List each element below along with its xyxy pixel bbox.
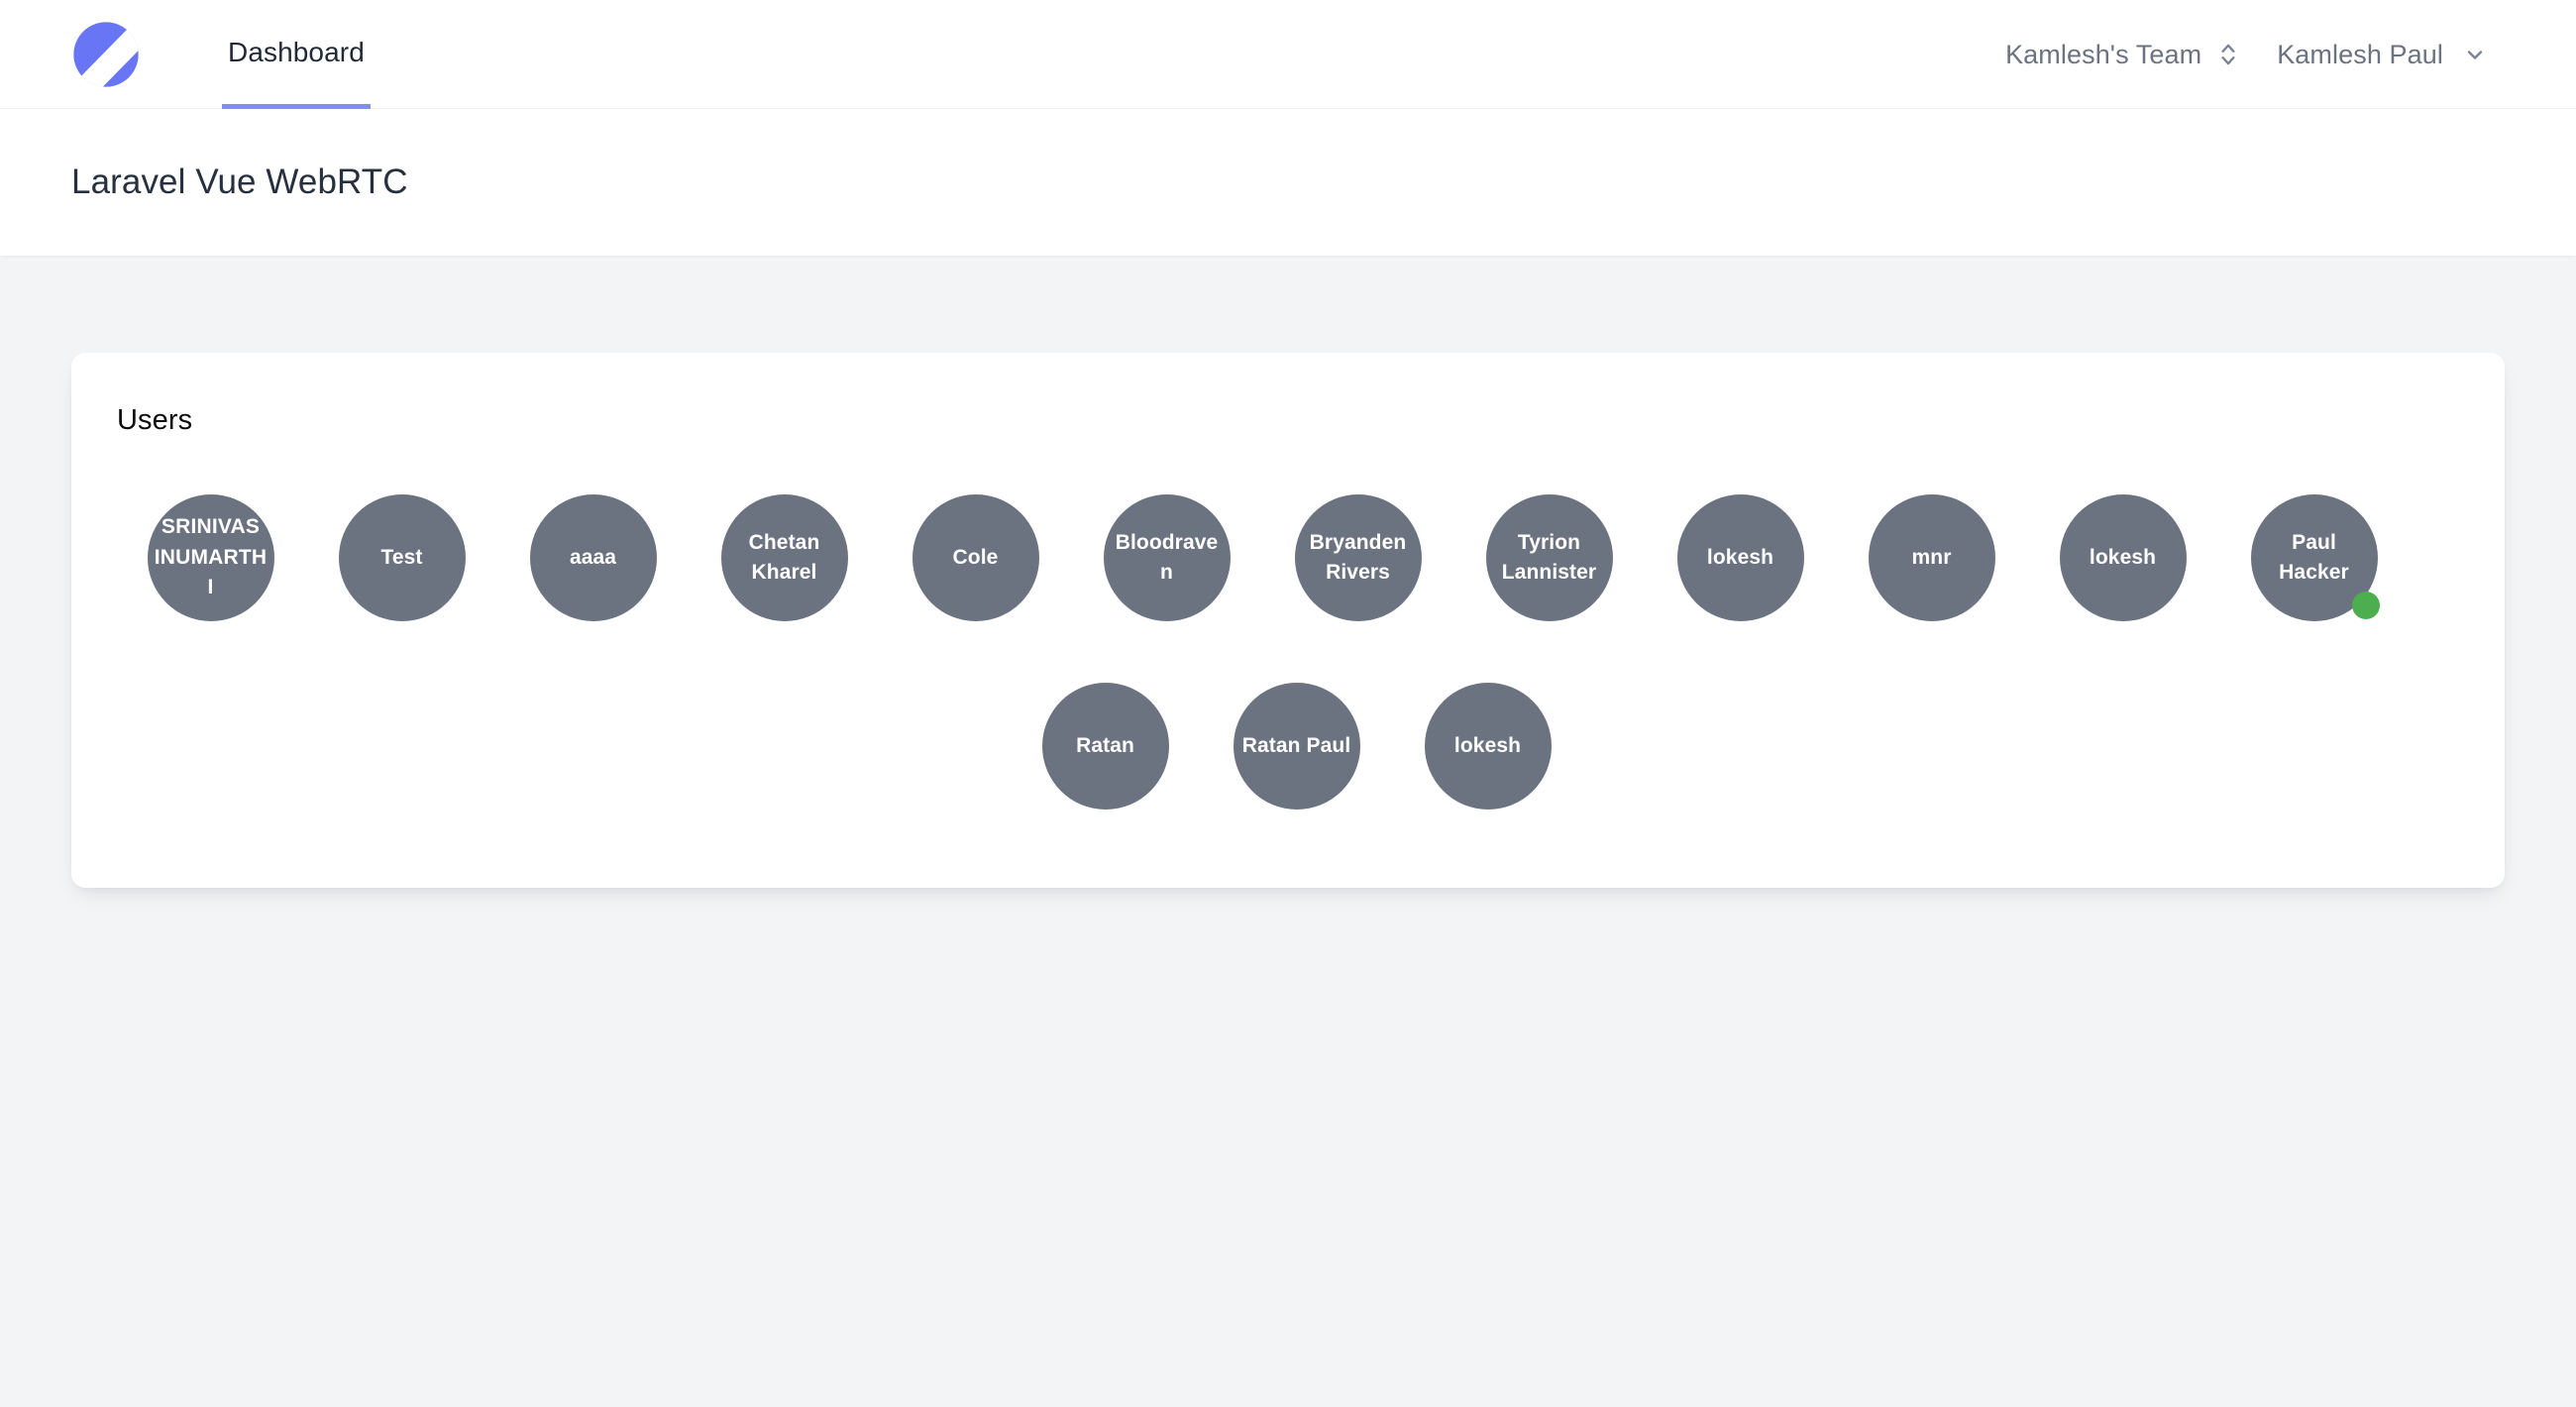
user-avatar[interactable]: lokesh xyxy=(2059,494,2187,621)
user-avatar-name: Bryanden Rivers xyxy=(1309,530,1407,584)
users-grid: SRINIVAS INUMARTHI Test aaaa Chetan Kharel C… xyxy=(115,494,2461,810)
user-avatar[interactable]: Cole xyxy=(912,494,1039,621)
user-avatar-name: Tyrion Lannister xyxy=(1501,530,1597,584)
user-avatar-name: mnr xyxy=(1911,545,1952,569)
user-slot: Ratan Paul xyxy=(1201,683,1392,810)
user-avatar[interactable]: Bryanden Rivers xyxy=(1294,494,1422,621)
user-avatar[interactable]: lokesh xyxy=(1676,494,1804,621)
main-content: Users SRINIVAS INUMARTHI Test aaaa Chetan K… xyxy=(0,256,2576,888)
user-avatar-name: aaaa xyxy=(569,545,617,569)
user-avatar[interactable]: Tyrion Lannister xyxy=(1485,494,1613,621)
user-avatar-name: Test xyxy=(380,545,423,569)
nav-link-dashboard[interactable]: Dashboard xyxy=(222,0,371,109)
user-slot: Tyrion Lannister xyxy=(1453,494,1645,621)
user-slot: Chetan Kharel xyxy=(689,494,880,621)
team-switcher-button[interactable]: Kamlesh's Team xyxy=(2005,40,2277,70)
page-header: Laravel Vue WebRTC xyxy=(0,109,2576,256)
user-avatar[interactable]: Ratan Paul xyxy=(1233,683,1360,810)
user-avatar-name: Bloodraven xyxy=(1115,530,1219,584)
team-switcher-label: Kamlesh's Team xyxy=(2005,39,2202,69)
user-slot: Cole xyxy=(880,494,1071,621)
user-menu-label: Kamlesh Paul xyxy=(2277,39,2443,69)
top-navigation-bar: Dashboard Kamlesh's Team Kamlesh Paul xyxy=(0,0,2576,109)
user-avatar-name: Ratan Paul xyxy=(1241,733,1351,757)
page-title: Laravel Vue WebRTC xyxy=(71,162,408,201)
user-avatar[interactable]: lokesh xyxy=(1424,683,1552,810)
user-slot: Bryanden Rivers xyxy=(1262,494,1453,621)
user-slot: mnr xyxy=(1836,494,2027,621)
user-avatar[interactable]: SRINIVAS INUMARTHI xyxy=(147,494,274,621)
user-slot: aaaa xyxy=(497,494,689,621)
users-row: Ratan Ratan Paul lokesh xyxy=(115,683,2461,810)
user-avatar-name: lokesh xyxy=(1706,545,1774,569)
nav-right-group: Kamlesh's Team Kamlesh Paul xyxy=(2005,0,2576,109)
chevron-down-icon xyxy=(2463,43,2487,66)
user-slot: SRINIVAS INUMARTHI xyxy=(115,494,306,621)
user-slot: Ratan xyxy=(1010,683,1201,810)
user-avatar[interactable]: Test xyxy=(338,494,466,621)
user-slot: Test xyxy=(306,494,497,621)
user-slot: lokesh xyxy=(2027,494,2218,621)
user-avatar-name: Cole xyxy=(952,545,999,569)
user-slot: lokesh xyxy=(1645,494,1836,621)
user-avatar-name: SRINIVAS INUMARTHI xyxy=(154,515,268,599)
user-avatar[interactable]: aaaa xyxy=(529,494,657,621)
user-avatar[interactable]: Chetan Kharel xyxy=(720,494,848,621)
users-row: SRINIVAS INUMARTHI Test aaaa Chetan Kharel C… xyxy=(115,494,2461,621)
user-avatar[interactable]: Paul Hacker xyxy=(2250,494,2380,621)
user-avatar-name: lokesh xyxy=(2089,545,2157,569)
selector-up-down-icon xyxy=(2217,40,2239,69)
user-avatar[interactable]: Bloodraven xyxy=(1103,494,1231,621)
nav-link-dashboard-label: Dashboard xyxy=(228,36,365,67)
user-menu-button[interactable]: Kamlesh Paul xyxy=(2277,40,2487,70)
user-avatar-name: Chetan Kharel xyxy=(748,530,820,584)
nav-left-group: Dashboard xyxy=(0,0,371,109)
user-slot: Bloodraven xyxy=(1071,494,1262,621)
user-avatar-name: lokesh xyxy=(1453,733,1522,757)
online-status-indicator xyxy=(2351,592,2380,619)
user-slot: Paul Hacker xyxy=(2218,494,2410,621)
user-avatar[interactable]: mnr xyxy=(1868,494,1995,621)
nav-links: Dashboard xyxy=(222,0,371,109)
user-slot: lokesh xyxy=(1392,683,1583,810)
user-avatar-name: Paul Hacker xyxy=(2279,530,2349,584)
user-avatar[interactable]: Ratan xyxy=(1041,683,1169,810)
users-card-title: Users xyxy=(117,404,193,436)
users-card: Users SRINIVAS INUMARTHI Test aaaa Chetan K… xyxy=(71,353,2505,888)
jetstream-logo-icon[interactable] xyxy=(67,16,145,93)
user-avatar-name: Ratan xyxy=(1076,733,1134,757)
